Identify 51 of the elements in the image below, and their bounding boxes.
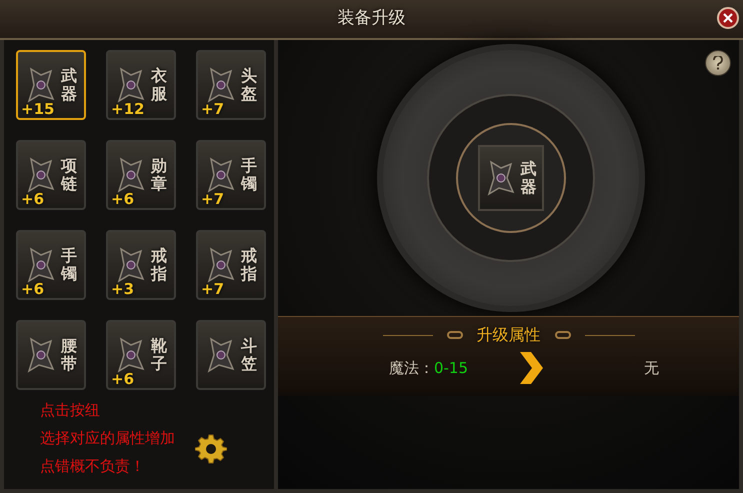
next-attribute-value: 无 — [644, 358, 659, 379]
slot-label: 武器 — [520, 160, 536, 196]
scroll-ornament-icon — [446, 331, 462, 339]
enhance-level: +15 — [21, 102, 54, 117]
attribute-value: 0-15 — [434, 358, 468, 379]
equipment-slot[interactable]: 衣服 +12 — [106, 50, 176, 120]
equipment-slot[interactable]: 腰带 — [16, 320, 86, 390]
instruction-text: 选择对应的属性增加 — [40, 428, 175, 449]
equipment-slot[interactable]: 项链 +6 — [16, 140, 86, 210]
enhance-level: +3 — [111, 282, 134, 297]
chevron-right-icon — [518, 351, 544, 385]
slot-label: 戒指 — [151, 247, 167, 283]
attributes-title: 升级属性 — [476, 324, 540, 346]
slot-label: 斗笠 — [241, 337, 257, 373]
equipment-slot[interactable]: 靴子 +6 — [106, 320, 176, 390]
enhance-level: +6 — [21, 192, 44, 207]
help-button[interactable] — [705, 50, 731, 76]
slot-label: 腰带 — [61, 337, 77, 373]
window-title: 装备升级 — [338, 7, 406, 30]
equipment-slot[interactable]: 戒指 +3 — [106, 230, 176, 300]
close-button[interactable] — [717, 7, 739, 29]
enhance-level: +6 — [111, 192, 134, 207]
equipment-slot[interactable]: 手镯 +6 — [16, 230, 86, 300]
slot-label: 靴子 — [151, 337, 167, 373]
enhance-level: +7 — [201, 192, 224, 207]
enhance-level: +6 — [21, 282, 44, 297]
slot-label: 手镯 — [61, 247, 77, 283]
close-icon — [723, 13, 733, 23]
enhance-level: +7 — [201, 102, 224, 117]
enhance-level: +6 — [111, 372, 134, 387]
gear-icon[interactable] — [195, 433, 227, 465]
slot-label: 手镯 — [241, 157, 257, 193]
scroll-ornament-icon — [554, 331, 570, 339]
equipment-slot[interactable]: 头盔 +7 — [196, 50, 266, 120]
equipment-slot[interactable]: 勋章 +6 — [106, 140, 176, 210]
enhance-level: +12 — [111, 102, 144, 117]
attribute-name: 魔法： — [388, 358, 434, 379]
slot-label: 戒指 — [241, 247, 257, 283]
equipment-slot[interactable]: 武器 +15 — [16, 50, 86, 120]
question-icon — [713, 56, 723, 70]
instruction-text: 点错概不负责！ — [40, 456, 146, 477]
equipment-slot[interactable]: 斗笠 — [196, 320, 266, 390]
slot-label: 勋章 — [151, 157, 167, 193]
slot-label: 项链 — [61, 157, 77, 193]
instruction-text: 点击按纽 — [40, 400, 101, 421]
enhance-level: +7 — [201, 282, 224, 297]
slot-label: 衣服 — [151, 67, 167, 103]
equipment-slot[interactable]: 戒指 +7 — [196, 230, 266, 300]
equipment-slot[interactable]: 手镯 +7 — [196, 140, 266, 210]
slot-label: 头盔 — [241, 67, 257, 103]
slot-label: 武器 — [61, 67, 77, 103]
